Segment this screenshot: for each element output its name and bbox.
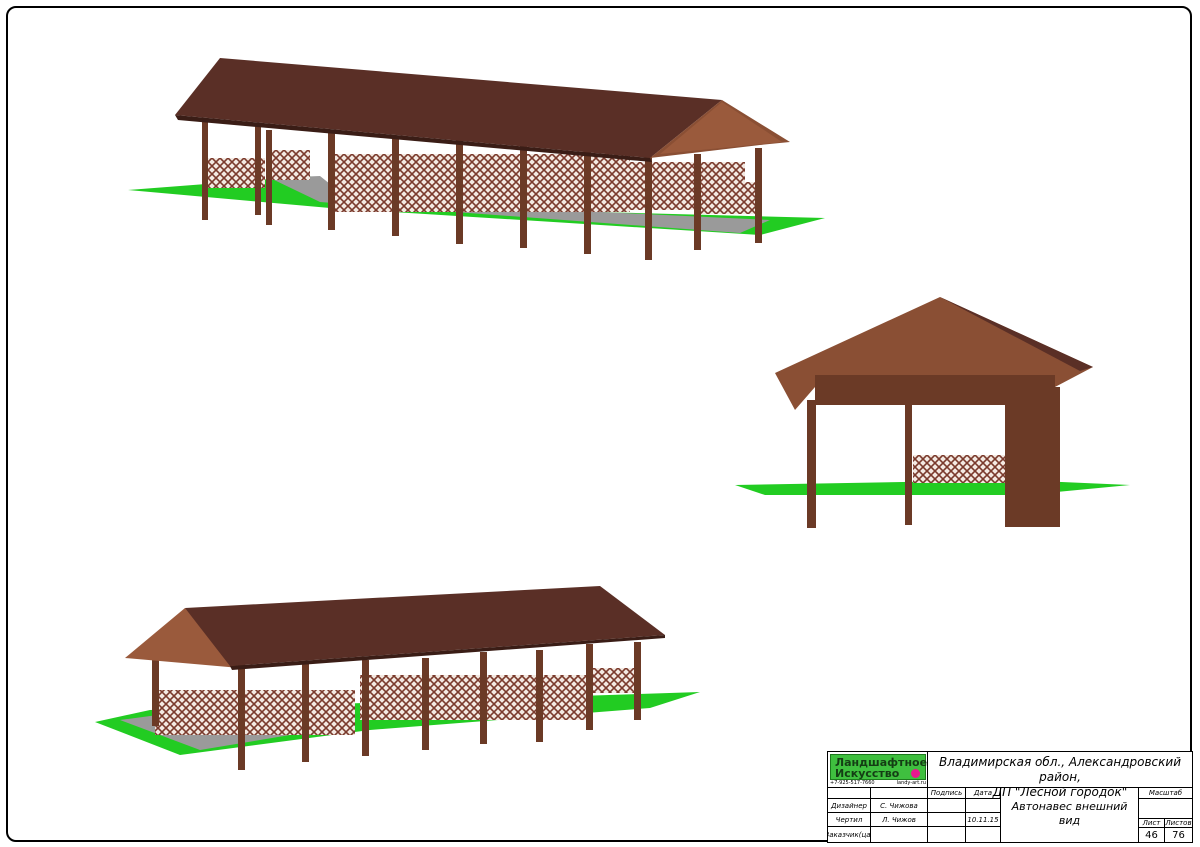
scale-value xyxy=(1139,799,1192,819)
role-drafter: Чертил xyxy=(828,813,871,827)
role-customer: Заказчик(ца) xyxy=(828,827,871,842)
canopy-view-bottom xyxy=(95,586,700,770)
scale-header: Масштаб xyxy=(1139,788,1192,799)
lattice-panel xyxy=(913,455,1005,483)
drawing-title-line2: вид xyxy=(1058,814,1081,827)
title-block: Ландшафтное Искусство +7-925-517-7660 la… xyxy=(827,751,1193,843)
drawing-title-line1: Автонавес внешний xyxy=(1011,800,1128,813)
canopy-view-side xyxy=(735,297,1130,528)
sheet-total: 76 xyxy=(1172,829,1185,841)
name-designer: С. Чижова xyxy=(871,799,928,813)
location-line1: Владимирская обл., Александровский район… xyxy=(939,755,1181,784)
company-phone: +7-925-517-7660 xyxy=(830,780,875,786)
project-location: Владимирская обл., Александровский район… xyxy=(928,752,1192,799)
date-col-header: Дата xyxy=(966,788,1001,799)
sheet-number: 46 xyxy=(1139,828,1165,842)
sheet-header: Лист xyxy=(1139,819,1165,828)
company-logo: Ландшафтное Искусство +7-925-517-7660 la… xyxy=(828,752,928,788)
sheets-header: Листов xyxy=(1165,819,1192,828)
logo-dot-icon xyxy=(911,769,920,778)
company-site: landy-art.ru xyxy=(896,780,926,786)
role-designer: Дизайнер xyxy=(828,799,871,813)
drawing-title: Автонавес внешний вид xyxy=(1001,788,1139,842)
signature-header: Подпись xyxy=(928,788,966,799)
logo-text-line2: Искусство xyxy=(835,767,900,780)
canopy-view-top xyxy=(128,58,825,260)
name-drafter: Л. Чижов xyxy=(871,813,928,827)
date-drafter: 10.11.15 xyxy=(966,813,1001,827)
